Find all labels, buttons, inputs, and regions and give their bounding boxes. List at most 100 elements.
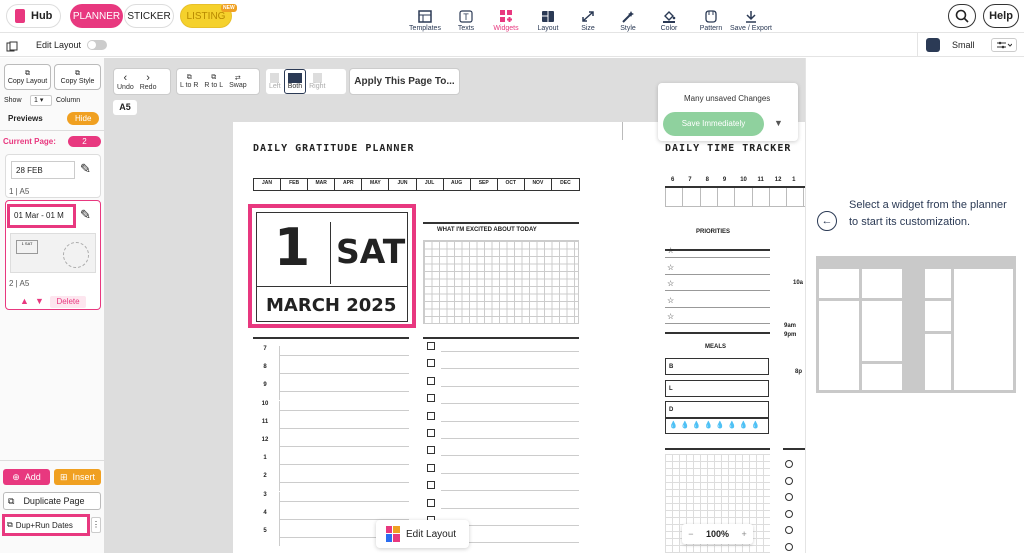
left-side-button[interactable]: Left xyxy=(266,69,284,94)
water-tracker[interactable]: 💧💧💧💧💧💧💧💧 xyxy=(665,418,769,434)
habit-circle[interactable] xyxy=(785,476,793,485)
checklist-line xyxy=(441,438,579,439)
apply-page-button[interactable]: Apply This Page To... xyxy=(349,68,460,95)
star-icon[interactable]: ☆ xyxy=(667,312,674,321)
page-card-1[interactable]: 28 FEB ✎ 1 | A5 xyxy=(5,154,101,198)
habit-circle[interactable] xyxy=(785,493,793,501)
habit-circle[interactable] xyxy=(785,542,793,551)
page-2-thumbnail[interactable]: 1 SAT xyxy=(10,233,96,273)
date-widget[interactable]: 1 SAT MARCH 2025 xyxy=(248,204,416,328)
meal-box[interactable]: B xyxy=(665,358,769,375)
habit-circle[interactable] xyxy=(785,460,793,468)
hour-line xyxy=(279,427,409,429)
edit-pencil-icon[interactable]: ✎ xyxy=(80,207,91,223)
tab-sticker[interactable]: STICKER xyxy=(124,4,174,28)
month-jan: JAN xyxy=(254,179,282,190)
move-down-icon[interactable]: ▼ xyxy=(35,296,44,306)
copy-style-icon: ⧉ xyxy=(75,69,80,77)
tool-widgets[interactable]: Widgets xyxy=(488,2,524,32)
time-grid-line xyxy=(665,188,666,206)
checkbox[interactable] xyxy=(427,376,435,385)
l-to-r-button[interactable]: ⧉ L to R xyxy=(177,69,201,94)
chevron-down-icon[interactable]: ▼ xyxy=(774,118,783,128)
checklist-line xyxy=(441,385,579,387)
tool-templates[interactable]: Templates xyxy=(405,2,445,32)
tool-size[interactable]: Size xyxy=(573,2,603,32)
insert-page-button[interactable]: ⊞ Insert xyxy=(54,469,101,485)
save-immediately-button[interactable]: Save Immediately xyxy=(663,112,764,136)
excited-title: WHAT I'M EXCITED ABOUT TODAY xyxy=(437,227,537,233)
edit-layout-button[interactable]: Edit Layout xyxy=(376,520,469,548)
month-strip[interactable]: JAN FEB MAR APR MAY JUN JUL AUG SEP OCT … xyxy=(253,178,580,191)
both-sides-button[interactable]: Both xyxy=(283,69,307,94)
right-side-button[interactable]: Right xyxy=(306,69,328,94)
edit-pencil-icon[interactable]: ✎ xyxy=(80,161,91,177)
checkbox[interactable] xyxy=(427,429,435,437)
duplicate-page-button[interactable]: ⧉ Duplicate Page xyxy=(3,492,101,510)
copy-page-icon[interactable] xyxy=(6,39,18,57)
copy-layout-button[interactable]: ⧉ Copy Layout xyxy=(4,64,51,90)
habit-circle[interactable] xyxy=(785,526,793,534)
tool-layout[interactable]: Layout xyxy=(532,2,564,32)
column-label: Column xyxy=(56,97,81,104)
habit-circle[interactable] xyxy=(785,509,793,518)
star-icon[interactable]: ☆ xyxy=(667,296,674,305)
meal-letter: D xyxy=(669,407,674,413)
page-1-date: 28 FEB xyxy=(11,161,75,179)
meal-box[interactable]: D xyxy=(665,401,769,418)
month-oct: OCT xyxy=(498,179,525,190)
search-button[interactable] xyxy=(948,4,976,28)
sticker-icon[interactable] xyxy=(926,38,940,52)
checkbox[interactable] xyxy=(427,498,435,507)
star-icon[interactable]: ☆ xyxy=(667,279,674,288)
checklist-line xyxy=(441,472,579,474)
meal-box[interactable]: L xyxy=(665,379,769,397)
tab-planner[interactable]: PLANNER xyxy=(70,4,123,28)
more-options-icon[interactable]: ⋮ xyxy=(91,517,101,533)
zoom-in-button[interactable]: + xyxy=(741,529,746,539)
tool-texts[interactable]: T Texts xyxy=(451,2,481,32)
priority-line xyxy=(665,257,770,258)
undo-button[interactable]: ‹ Undo xyxy=(114,69,137,94)
hour-divider xyxy=(279,473,280,492)
checkbox[interactable] xyxy=(427,463,435,472)
templates-icon xyxy=(417,9,433,23)
checkbox[interactable] xyxy=(427,411,435,420)
checkbox[interactable] xyxy=(427,446,435,455)
copy-style-button[interactable]: ⧉ Copy Style xyxy=(54,64,101,90)
checkbox[interactable] xyxy=(427,481,435,490)
swap-button[interactable]: ⇄ Swap xyxy=(226,69,250,94)
excited-grid[interactable] xyxy=(423,240,579,324)
hide-previews-button[interactable]: Hide xyxy=(67,112,100,125)
star-icon[interactable]: ☆ xyxy=(667,263,674,272)
dup-run-dates-button[interactable]: ⧉ Dup+Run Dates xyxy=(2,514,90,536)
size-select[interactable]: Small xyxy=(952,40,975,50)
checklist-line xyxy=(441,507,579,509)
help-button[interactable]: Help xyxy=(983,4,1019,28)
tool-style[interactable]: Style xyxy=(613,2,643,32)
redo-button[interactable]: › Redo xyxy=(137,69,160,94)
r-to-l-button[interactable]: ⧉ R to L xyxy=(201,69,226,94)
page-card-2[interactable]: 01 Mar - 01 M ✎ 1 SAT 2 | A5 ▲ ▼ Delete xyxy=(5,200,101,310)
time-hour-label: 6 xyxy=(671,177,675,183)
checkbox[interactable] xyxy=(427,394,435,403)
tool-color[interactable]: Color xyxy=(654,2,684,32)
month-jul: JUL xyxy=(417,179,444,190)
copy-right-icon: ⧉ xyxy=(186,74,192,81)
show-count-select[interactable]: 1 ▾ xyxy=(30,95,52,106)
move-up-icon[interactable]: ▲ xyxy=(20,296,29,306)
settings-dropdown[interactable] xyxy=(991,38,1017,52)
tool-save-export[interactable]: Save / Export xyxy=(727,2,775,32)
delete-page-button[interactable]: Delete xyxy=(50,296,86,308)
tool-pattern[interactable]: Pattern xyxy=(693,2,729,32)
hub-button[interactable]: Hub xyxy=(6,4,62,28)
edit-layout-toggle[interactable] xyxy=(87,40,107,50)
add-page-button[interactable]: ⊕ Add xyxy=(3,469,50,485)
pattern-icon xyxy=(703,9,719,23)
checkbox[interactable] xyxy=(427,342,435,350)
star-icon[interactable]: ☆ xyxy=(667,246,674,255)
zoom-out-button[interactable]: − xyxy=(688,529,693,539)
insert-icon: ⊞ xyxy=(59,471,68,482)
time-grid-line xyxy=(716,188,718,206)
checkbox[interactable] xyxy=(427,359,435,368)
